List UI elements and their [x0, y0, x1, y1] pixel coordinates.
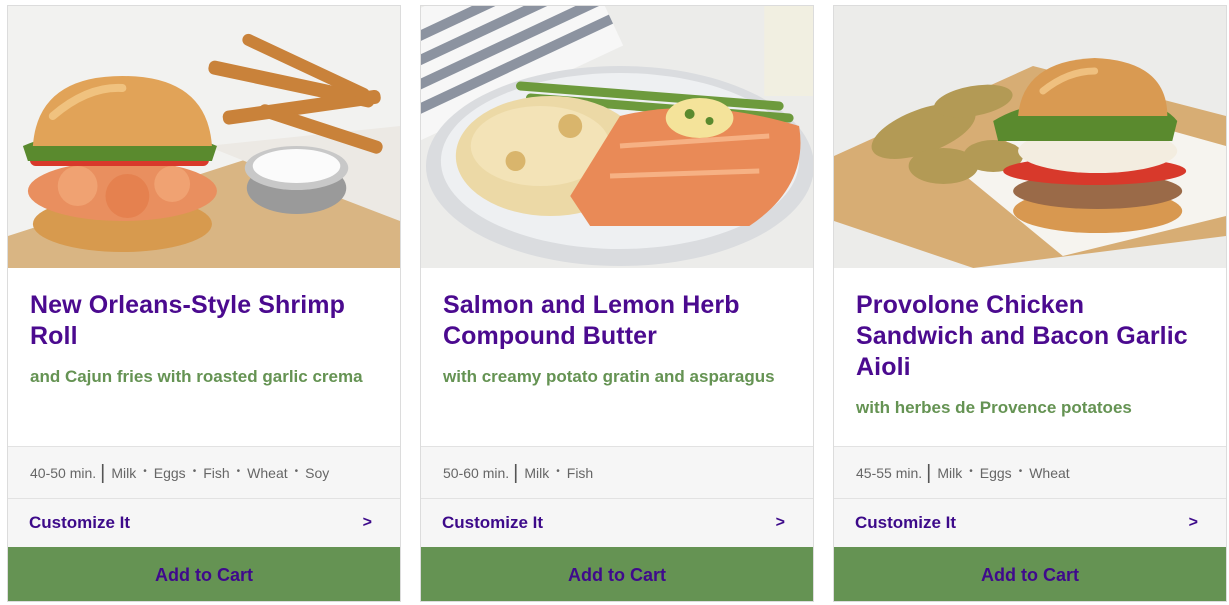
- chicken-sandwich-photo-icon: [834, 6, 1226, 268]
- meal-title[interactable]: Salmon and Lemon Herb Compound Butter: [443, 290, 791, 352]
- prep-time: 50-60 min.: [443, 464, 510, 481]
- meal-title[interactable]: New Orleans-Style Shrimp Roll: [30, 290, 378, 352]
- allergen: Wheat: [1029, 464, 1070, 481]
- allergen: Soy: [305, 464, 330, 481]
- customize-label: Customize It: [442, 513, 544, 532]
- allergen: Eggs: [153, 464, 186, 481]
- meta-divider: |: [513, 461, 519, 484]
- meal-card: Salmon and Lemon Herb Compound Butter wi…: [420, 5, 814, 602]
- allergen: Milk: [111, 464, 137, 481]
- meal-subtitle: and Cajun fries with roasted garlic crem…: [30, 367, 363, 386]
- bullet-icon: •: [1018, 466, 1023, 477]
- meal-meta: 45-55 min. | Milk • Eggs • Wheat: [834, 446, 1226, 499]
- chevron-right-icon: >: [1188, 514, 1198, 531]
- meal-meta: 40-50 min. | Milk • Eggs • Fish • Wheat …: [8, 446, 400, 499]
- allergen: Fish: [203, 464, 230, 481]
- bullet-icon: •: [143, 466, 147, 477]
- shrimp-roll-photo-icon: [8, 6, 400, 268]
- allergen: Eggs: [979, 464, 1012, 481]
- allergen: Milk: [524, 464, 550, 481]
- meal-photo-shrimp-roll[interactable]: [8, 6, 400, 268]
- customize-label: Customize It: [855, 513, 957, 532]
- meta-divider: |: [100, 461, 106, 484]
- customize-button[interactable]: Customize It >: [8, 499, 400, 547]
- chevron-right-icon: >: [362, 514, 372, 531]
- chevron-right-icon: >: [775, 514, 785, 531]
- meal-title[interactable]: Provolone Chicken Sandwich and Bacon Gar…: [856, 290, 1204, 383]
- meal-photo-salmon[interactable]: [421, 6, 813, 268]
- bullet-icon: •: [556, 466, 560, 477]
- customize-label: Customize It: [29, 513, 131, 532]
- bullet-icon: •: [236, 466, 241, 477]
- bullet-icon: •: [294, 466, 299, 477]
- add-to-cart-button[interactable]: Add to Cart: [834, 547, 1226, 601]
- add-to-cart-button[interactable]: Add to Cart: [8, 547, 400, 601]
- allergen: Wheat: [247, 464, 288, 481]
- customize-button[interactable]: Customize It >: [834, 499, 1226, 547]
- bullet-icon: •: [192, 466, 197, 477]
- bullet-icon: •: [969, 466, 973, 477]
- meal-card: New Orleans-Style Shrimp Roll and Cajun …: [7, 5, 401, 602]
- customize-button[interactable]: Customize It >: [421, 499, 813, 547]
- meta-divider: |: [926, 461, 932, 484]
- meal-card: Provolone Chicken Sandwich and Bacon Gar…: [833, 5, 1227, 602]
- meal-meta: 50-60 min. | Milk • Fish: [421, 446, 813, 499]
- prep-time: 40-50 min.: [30, 464, 97, 481]
- prep-time: 45-55 min.: [856, 464, 923, 481]
- meal-subtitle: with herbes de Provence potatoes: [856, 398, 1132, 417]
- meal-photo-chicken-sandwich[interactable]: [834, 6, 1226, 268]
- meal-subtitle: with creamy potato gratin and asparagus: [443, 367, 775, 386]
- salmon-plate-photo-icon: [421, 6, 813, 268]
- allergen: Milk: [937, 464, 963, 481]
- allergen: Fish: [566, 464, 594, 481]
- add-to-cart-button[interactable]: Add to Cart: [421, 547, 813, 601]
